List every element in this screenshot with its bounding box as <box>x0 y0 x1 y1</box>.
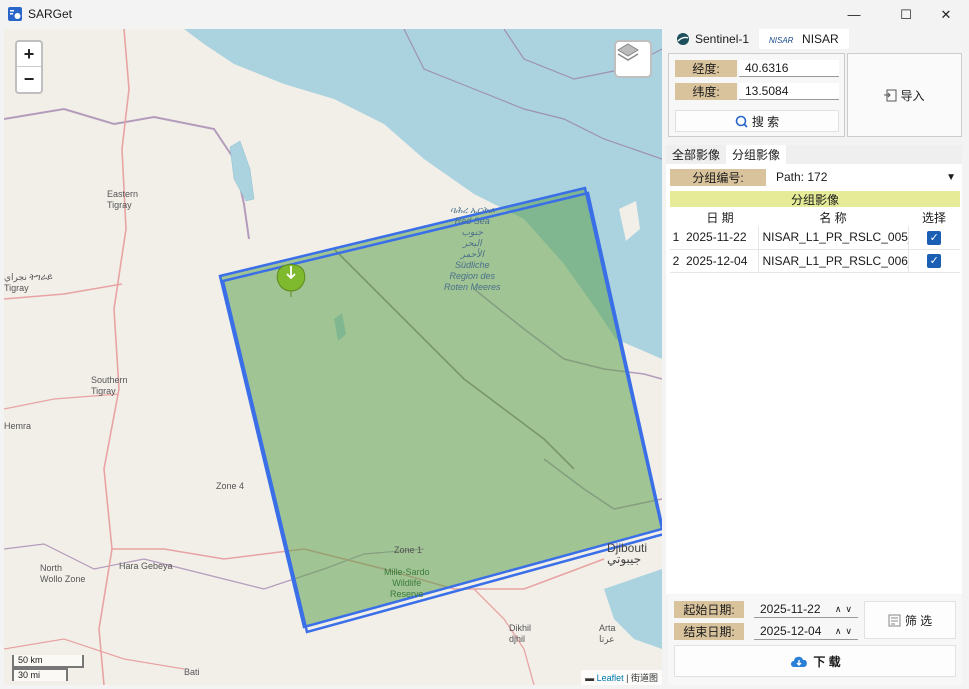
col-name: 名 称 <box>819 211 847 225</box>
tab-all-images[interactable]: 全部影像 <box>666 145 726 164</box>
group-section: 分组编号: Path: 172 ▼ 分组影像 日 期 名 称 选择 1 2025… <box>666 164 962 594</box>
layers-button[interactable] <box>614 40 652 78</box>
row-checkbox[interactable]: ✓ <box>927 230 942 245</box>
filter-button-label: 筛 选 <box>904 613 933 628</box>
col-select: 选择 <box>921 211 946 225</box>
map-label-bati: Bati <box>184 667 200 677</box>
group-select[interactable]: Path: 172 ▼ <box>770 169 960 186</box>
map-label-arta: Arta عرتا <box>599 623 616 644</box>
map-label-mille-sardo: Mille-Sardo Wildlife Reserve <box>384 567 430 599</box>
start-date-input[interactable]: 2025-11-22 ∧∨ <box>754 601 858 618</box>
nisar-logo-icon: NISAR <box>769 36 794 45</box>
map-label-southern-tigray: Southern Tigray <box>91 375 128 396</box>
longitude-label: 经度: <box>675 60 737 77</box>
import-icon <box>884 89 897 101</box>
lake <box>229 140 255 202</box>
import-button-label: 导入 <box>900 88 925 103</box>
date-filter-box: 起始日期: 2025-11-22 ∧∨ 结束日期: 2025-12-04 ∧∨ … <box>668 595 962 685</box>
tab-sentinel1[interactable]: Sentinel-1 <box>666 29 759 49</box>
map-label-hemra: Hemra <box>4 421 32 431</box>
col-date: 日 期 <box>706 211 734 225</box>
longitude-input[interactable]: 40.6316 <box>739 60 839 77</box>
leaflet-link[interactable]: Leaflet <box>597 673 624 683</box>
scale-km: 50 km <box>12 655 84 668</box>
tab-sentinel1-label: Sentinel-1 <box>695 32 750 46</box>
map-label-djibouti: Djibouti جيبوتي <box>607 541 648 566</box>
svg-text:NISAR: NISAR <box>769 36 794 45</box>
scale-mi: 30 mi <box>12 668 68 681</box>
map-label-hara-gebeya: Hara Gebeya <box>119 561 173 571</box>
end-date-label: 结束日期: <box>674 623 744 640</box>
zoom-control: + − <box>15 40 43 94</box>
map-label-zone4: Zone 4 <box>216 481 245 491</box>
date-spinner-icon[interactable]: ∧∨ <box>835 601 856 618</box>
tab-nisar[interactable]: NISAR NISAR <box>759 29 849 49</box>
row-name: NISAR_L1_PR_RSLC_005_1... <box>758 226 909 250</box>
title-bar: SARGet — ☐ ✕ <box>0 0 969 29</box>
group-header: 分组影像 <box>670 191 960 207</box>
view-tabs: 全部影像 分组影像 <box>666 145 962 164</box>
table-row[interactable]: 2 2025-12-04 NISAR_L1_PR_RSLC_006_1... ✓ <box>670 249 960 273</box>
start-date-value: 2025-11-22 <box>760 602 821 616</box>
col-index <box>670 209 682 226</box>
scale-bar: 50 km 30 mi <box>12 655 84 681</box>
zoom-out-button[interactable]: − <box>17 67 41 92</box>
row-date: 2025-11-22 <box>682 226 759 250</box>
app-logo-icon <box>8 7 22 21</box>
import-button[interactable]: 导入 <box>847 53 962 137</box>
latitude-input[interactable]: 13.5084 <box>739 83 839 100</box>
tile-source-label: 街道图 <box>630 673 658 683</box>
map-label-dikhil: Dikhil djhil <box>509 623 532 644</box>
group-number-label: 分组编号: <box>670 169 766 186</box>
close-button[interactable]: ✕ <box>923 0 969 29</box>
search-icon <box>735 115 748 128</box>
tab-nisar-label: NISAR <box>802 32 839 46</box>
table-row[interactable]: 1 2025-11-22 NISAR_L1_PR_RSLC_005_1... ✓ <box>670 226 960 250</box>
chevron-down-icon: ▼ <box>946 172 956 183</box>
nisar-footprint-1 <box>218 186 662 629</box>
map-label-red-sea: ባሕረ ኤርትራ Red Sea جنوب البحر الأحمر Südli… <box>444 205 501 292</box>
minimize-button[interactable]: — <box>831 0 877 29</box>
ukraine-flag-icon: ▬ <box>585 673 595 683</box>
map-label-eastern-tigray: Eastern Tigray <box>107 189 139 210</box>
map-view[interactable]: Eastern Tigray نجراي ትግራይ Tigray Souther… <box>4 29 662 685</box>
tab-group-images[interactable]: 分组影像 <box>726 145 787 164</box>
source-tabs: Sentinel-1 NISAR NISAR <box>666 29 849 49</box>
image-table: 日 期 名 称 选择 1 2025-11-22 NISAR_L1_PR_RSLC… <box>670 209 960 273</box>
map-label-tigray: نجراي ትግራይ Tigray <box>4 272 53 293</box>
filter-button[interactable]: 筛 选 <box>864 601 956 639</box>
zoom-in-button[interactable]: + <box>17 42 41 67</box>
start-date-label: 起始日期: <box>674 601 744 618</box>
map-label-north-wollo: North Wollo Zone <box>40 563 86 584</box>
map-canvas[interactable] <box>4 29 662 685</box>
cloud-download-icon <box>791 656 808 667</box>
layers-icon <box>617 43 639 61</box>
road <box>98 29 130 685</box>
row-name: NISAR_L1_PR_RSLC_006_1... <box>758 249 909 273</box>
window-title: SARGet <box>28 7 73 21</box>
map-attribution: ▬ Leaflet | 街道图 <box>581 670 662 685</box>
coordinate-box: 经度: 40.6316 纬度: 13.5084 搜 索 <box>668 53 845 137</box>
map-label-zone1: Zone 1 <box>394 545 423 555</box>
end-date-input[interactable]: 2025-12-04 ∧∨ <box>754 623 858 640</box>
right-panel: Sentinel-1 NISAR NISAR 经度: 40.6316 纬度: 1… <box>666 29 969 689</box>
download-button-label: 下 载 <box>813 654 841 669</box>
border-line <box>4 107 250 240</box>
end-date-value: 2025-12-04 <box>760 624 822 638</box>
row-date: 2025-12-04 <box>682 249 759 273</box>
filter-icon <box>888 614 901 626</box>
sentinel-logo-icon <box>677 33 689 45</box>
row-index: 2 <box>670 249 682 273</box>
group-select-value: Path: 172 <box>776 170 828 184</box>
latitude-label: 纬度: <box>675 83 737 100</box>
row-checkbox[interactable]: ✓ <box>927 254 942 268</box>
search-button[interactable]: 搜 索 <box>675 110 839 132</box>
search-button-label: 搜 索 <box>751 114 780 129</box>
date-spinner-icon[interactable]: ∧∨ <box>835 623 856 640</box>
download-button[interactable]: 下 载 <box>674 645 956 677</box>
row-index: 1 <box>670 226 682 250</box>
